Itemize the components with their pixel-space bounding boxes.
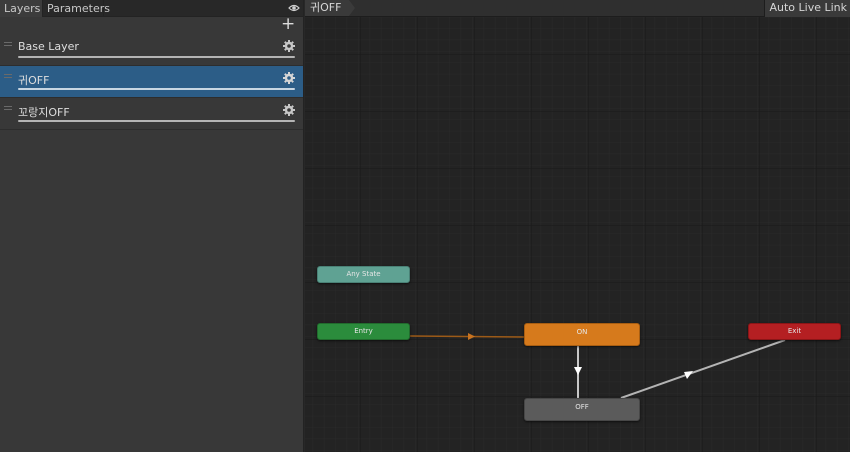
state-off[interactable]: OFF	[524, 398, 640, 421]
layers-panel: Layers Parameters + Base Layer 귀OFF 꼬랑지O…	[0, 0, 304, 452]
state-on[interactable]: ON	[524, 323, 640, 346]
arrow-icon	[574, 367, 582, 375]
auto-live-link-button[interactable]: Auto Live Link	[764, 0, 850, 17]
arrow-icon	[684, 371, 693, 379]
layer-item-base-layer[interactable]: Base Layer	[0, 34, 303, 66]
drag-handle-icon[interactable]	[4, 74, 12, 78]
graph-header: 귀OFF Auto Live Link	[305, 0, 850, 17]
layer-item-ear-off[interactable]: 귀OFF	[0, 66, 303, 98]
layer-name: Base Layer	[18, 40, 79, 53]
layer-name: 꼬랑지OFF	[18, 106, 70, 119]
state-exit[interactable]: Exit	[748, 323, 841, 340]
gear-icon[interactable]	[283, 40, 295, 52]
breadcrumb[interactable]: 귀OFF	[305, 0, 349, 16]
animator-graph[interactable]: 귀OFF Auto Live Link Any State Entry ON E…	[305, 0, 850, 452]
transitions-layer	[409, 333, 786, 399]
gear-icon[interactable]	[283, 72, 295, 84]
layer-weight-bar	[18, 56, 295, 58]
transition-entry-to-on	[409, 335, 525, 338]
drag-handle-icon[interactable]	[4, 106, 12, 110]
layer-list: Base Layer 귀OFF 꼬랑지OFF	[0, 34, 303, 130]
state-any-state[interactable]: Any State	[317, 266, 410, 283]
panel-tabbar: Layers Parameters	[0, 0, 303, 17]
tab-parameters[interactable]: Parameters	[43, 0, 110, 17]
eye-icon[interactable]	[288, 2, 300, 14]
add-layer-button[interactable]: +	[281, 16, 295, 33]
layer-name: 귀OFF	[18, 74, 50, 87]
layer-weight-bar	[18, 120, 295, 122]
arrow-icon	[468, 333, 475, 340]
layers-toolbar: +	[0, 16, 303, 34]
state-entry[interactable]: Entry	[317, 323, 410, 340]
drag-handle-icon[interactable]	[4, 42, 12, 46]
gear-icon[interactable]	[283, 104, 295, 116]
layer-weight-bar	[18, 88, 295, 90]
tab-layers[interactable]: Layers	[0, 0, 43, 17]
breadcrumb-arrow-icon	[349, 0, 355, 16]
transition-off-to-exit	[620, 339, 786, 399]
layer-item-tail-off[interactable]: 꼬랑지OFF	[0, 98, 303, 130]
